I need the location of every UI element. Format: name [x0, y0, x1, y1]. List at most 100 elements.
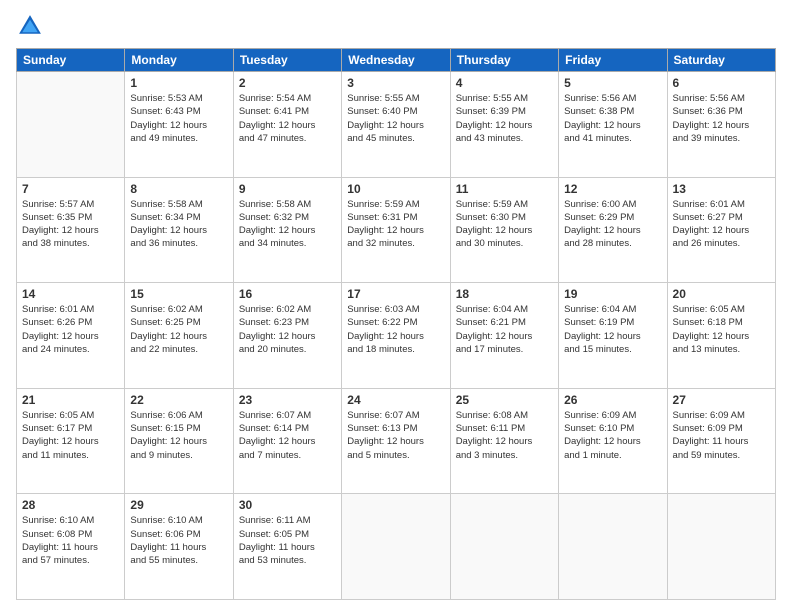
calendar-cell [667, 494, 775, 600]
calendar-cell: 22Sunrise: 6:06 AM Sunset: 6:15 PM Dayli… [125, 388, 233, 494]
day-number: 3 [347, 76, 444, 90]
day-number: 7 [22, 182, 119, 196]
day-number: 26 [564, 393, 661, 407]
day-number: 20 [673, 287, 770, 301]
day-info: Sunrise: 5:59 AM Sunset: 6:30 PM Dayligh… [456, 198, 553, 251]
day-number: 16 [239, 287, 336, 301]
week-row-5: 28 Sunrise: 6:10 AM Sunset: 6:08 PM Dayli… [17, 494, 776, 600]
calendar-cell: 16 Sunrise: 6:02 AM Sunset: 6:23 PM Dayli… [233, 283, 341, 389]
day-info: Sunrise: 6:07 AM Sunset: 6:14 PM Dayligh… [239, 409, 336, 462]
page-header [16, 12, 776, 40]
day-number: 19 [564, 287, 661, 301]
calendar-cell: 3 Sunrise: 5:55 AM Sunset: 6:40 PM Daylig… [342, 72, 450, 178]
day-number: 29 [130, 498, 227, 512]
calendar-cell: 26 Sunrise: 6:09 AM Sunset: 6:10 PM Dayli… [559, 388, 667, 494]
day-number: 4 [456, 76, 553, 90]
day-info: Sunrise: 6:02 AM Sunset: 6:25 PM Dayligh… [130, 303, 227, 356]
logo [16, 12, 48, 40]
week-row-1: 1 Sunrise: 5:53 AM Sunset: 6:43 PM Daylig… [17, 72, 776, 178]
week-row-4: 21 Sunrise: 6:05 AM Sunset: 6:17 PM Dayli… [17, 388, 776, 494]
day-info: Sunrise: 6:05 AM Sunset: 6:18 PM Dayligh… [673, 303, 770, 356]
day-info: Sunrise: 6:08 AM Sunset: 6:11 PM Dayligh… [456, 409, 553, 462]
day-info: Sunrise: 6:04 AM Sunset: 6:21 PM Dayligh… [456, 303, 553, 356]
day-info: Sunrise: 6:05 AM Sunset: 6:17 PM Dayligh… [22, 409, 119, 462]
weekday-header-row: SundayMondayTuesdayWednesdayThursdayFrid… [17, 49, 776, 72]
day-number: 5 [564, 76, 661, 90]
weekday-header-saturday: Saturday [667, 49, 775, 72]
day-number: 8 [130, 182, 227, 196]
calendar-cell: 11 Sunrise: 5:59 AM Sunset: 6:30 PM Dayli… [450, 177, 558, 283]
day-number: 11 [456, 182, 553, 196]
day-info: Sunrise: 6:10 AM Sunset: 6:08 PM Dayligh… [22, 514, 119, 567]
calendar-cell: 29 Sunrise: 6:10 AM Sunset: 6:06 PM Dayli… [125, 494, 233, 600]
day-info: Sunrise: 5:54 AM Sunset: 6:41 PM Dayligh… [239, 92, 336, 145]
day-info: Sunrise: 6:03 AM Sunset: 6:22 PM Dayligh… [347, 303, 444, 356]
weekday-header-monday: Monday [125, 49, 233, 72]
calendar-cell: 19 Sunrise: 6:04 AM Sunset: 6:19 PM Dayli… [559, 283, 667, 389]
calendar-cell: 23 Sunrise: 6:07 AM Sunset: 6:14 PM Dayli… [233, 388, 341, 494]
day-info: Sunrise: 5:53 AM Sunset: 6:43 PM Dayligh… [130, 92, 227, 145]
weekday-header-sunday: Sunday [17, 49, 125, 72]
calendar-cell: 14Sunrise: 6:01 AM Sunset: 6:26 PM Dayli… [17, 283, 125, 389]
day-number: 15 [130, 287, 227, 301]
weekday-header-thursday: Thursday [450, 49, 558, 72]
calendar-cell: 2 Sunrise: 5:54 AM Sunset: 6:41 PM Daylig… [233, 72, 341, 178]
week-row-2: 7 Sunrise: 5:57 AM Sunset: 6:35 PM Daylig… [17, 177, 776, 283]
day-number: 27 [673, 393, 770, 407]
day-info: Sunrise: 5:59 AM Sunset: 6:31 PM Dayligh… [347, 198, 444, 251]
day-info: Sunrise: 6:00 AM Sunset: 6:29 PM Dayligh… [564, 198, 661, 251]
day-number: 30 [239, 498, 336, 512]
day-info: Sunrise: 6:11 AM Sunset: 6:05 PM Dayligh… [239, 514, 336, 567]
day-info: Sunrise: 5:58 AM Sunset: 6:32 PM Dayligh… [239, 198, 336, 251]
day-info: Sunrise: 5:58 AM Sunset: 6:34 PM Dayligh… [130, 198, 227, 251]
day-info: Sunrise: 6:02 AM Sunset: 6:23 PM Dayligh… [239, 303, 336, 356]
calendar-cell: 5 Sunrise: 5:56 AM Sunset: 6:38 PM Daylig… [559, 72, 667, 178]
day-number: 25 [456, 393, 553, 407]
day-number: 23 [239, 393, 336, 407]
calendar-cell: 12Sunrise: 6:00 AM Sunset: 6:29 PM Dayli… [559, 177, 667, 283]
day-info: Sunrise: 6:01 AM Sunset: 6:27 PM Dayligh… [673, 198, 770, 251]
day-info: Sunrise: 5:56 AM Sunset: 6:38 PM Dayligh… [564, 92, 661, 145]
calendar-cell: 30 Sunrise: 6:11 AM Sunset: 6:05 PM Dayli… [233, 494, 341, 600]
calendar-cell: 4Sunrise: 5:55 AM Sunset: 6:39 PM Daylig… [450, 72, 558, 178]
calendar-cell: 18 Sunrise: 6:04 AM Sunset: 6:21 PM Dayli… [450, 283, 558, 389]
calendar-cell: 8 Sunrise: 5:58 AM Sunset: 6:34 PM Daylig… [125, 177, 233, 283]
day-number: 10 [347, 182, 444, 196]
day-info: Sunrise: 5:55 AM Sunset: 6:40 PM Dayligh… [347, 92, 444, 145]
calendar-cell [450, 494, 558, 600]
calendar-cell: 7 Sunrise: 5:57 AM Sunset: 6:35 PM Daylig… [17, 177, 125, 283]
day-number: 24 [347, 393, 444, 407]
day-number: 14 [22, 287, 119, 301]
day-number: 18 [456, 287, 553, 301]
day-number: 13 [673, 182, 770, 196]
calendar-cell: 13 Sunrise: 6:01 AM Sunset: 6:27 PM Dayli… [667, 177, 775, 283]
week-row-3: 14Sunrise: 6:01 AM Sunset: 6:26 PM Dayli… [17, 283, 776, 389]
calendar-cell: 24 Sunrise: 6:07 AM Sunset: 6:13 PM Dayli… [342, 388, 450, 494]
calendar-cell: 21 Sunrise: 6:05 AM Sunset: 6:17 PM Dayli… [17, 388, 125, 494]
calendar-cell: 25 Sunrise: 6:08 AM Sunset: 6:11 PM Dayli… [450, 388, 558, 494]
calendar-cell: 27Sunrise: 6:09 AM Sunset: 6:09 PM Dayli… [667, 388, 775, 494]
calendar-cell [342, 494, 450, 600]
day-info: Sunrise: 6:09 AM Sunset: 6:10 PM Dayligh… [564, 409, 661, 462]
calendar-cell: 9 Sunrise: 5:58 AM Sunset: 6:32 PM Daylig… [233, 177, 341, 283]
day-info: Sunrise: 5:57 AM Sunset: 6:35 PM Dayligh… [22, 198, 119, 251]
day-info: Sunrise: 6:10 AM Sunset: 6:06 PM Dayligh… [130, 514, 227, 567]
day-info: Sunrise: 6:04 AM Sunset: 6:19 PM Dayligh… [564, 303, 661, 356]
calendar-cell: 6Sunrise: 5:56 AM Sunset: 6:36 PM Daylig… [667, 72, 775, 178]
calendar-cell: 1 Sunrise: 5:53 AM Sunset: 6:43 PM Daylig… [125, 72, 233, 178]
day-info: Sunrise: 6:06 AM Sunset: 6:15 PM Dayligh… [130, 409, 227, 462]
weekday-header-tuesday: Tuesday [233, 49, 341, 72]
calendar-cell: 28 Sunrise: 6:10 AM Sunset: 6:08 PM Dayli… [17, 494, 125, 600]
calendar-cell: 17 Sunrise: 6:03 AM Sunset: 6:22 PM Dayli… [342, 283, 450, 389]
calendar-cell [559, 494, 667, 600]
day-number: 21 [22, 393, 119, 407]
weekday-header-friday: Friday [559, 49, 667, 72]
calendar-table: SundayMondayTuesdayWednesdayThursdayFrid… [16, 48, 776, 600]
day-info: Sunrise: 6:07 AM Sunset: 6:13 PM Dayligh… [347, 409, 444, 462]
day-number: 6 [673, 76, 770, 90]
day-number: 9 [239, 182, 336, 196]
day-number: 1 [130, 76, 227, 90]
day-number: 17 [347, 287, 444, 301]
day-number: 28 [22, 498, 119, 512]
day-number: 2 [239, 76, 336, 90]
